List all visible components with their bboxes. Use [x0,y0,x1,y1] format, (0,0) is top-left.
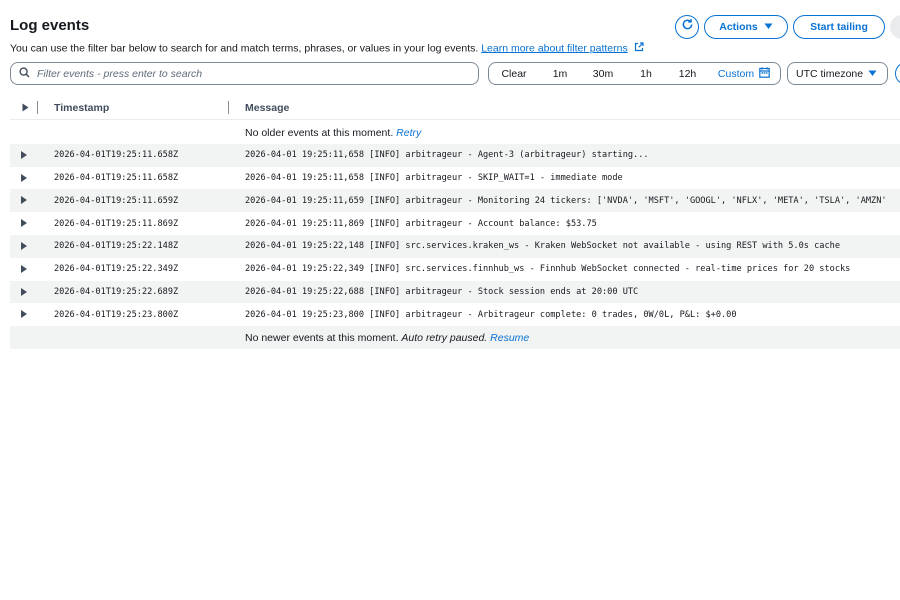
expand-all-caret-icon[interactable] [22,103,29,115]
older-events-row: No older events at this moment. Retry [10,121,900,144]
table-header: Timestamp Message [10,96,900,120]
newer-events-text: No newer events at this moment. [245,331,399,344]
log-event-row[interactable]: 2026-04-01T19:25:23.800Z 2026-04-01 19:2… [10,303,900,326]
refresh-icon [681,18,694,36]
column-header-message[interactable]: Message [245,102,289,114]
overflow-button[interactable] [890,15,900,39]
expand-caret-icon[interactable] [21,196,27,207]
settings-button[interactable] [895,62,900,85]
expand-caret-icon[interactable] [21,264,27,276]
event-timestamp: 2026-04-01T19:25:22.689Z [54,287,179,298]
column-header-timestamp[interactable]: Timestamp [54,102,109,114]
resume-link[interactable]: Resume [490,332,529,344]
expand-caret-icon[interactable] [21,310,27,321]
event-timestamp: 2026-04-01T19:25:22.349Z [54,264,179,275]
time-range-custom[interactable]: Custom [708,63,780,84]
timezone-label: UTC timezone [796,67,864,80]
expand-caret-icon[interactable] [21,219,27,230]
log-event-row[interactable]: 2026-04-01T19:25:11.659Z 2026-04-01 19:2… [10,189,900,213]
log-event-row[interactable]: 2026-04-01T19:25:22.148Z 2026-04-01 19:2… [10,234,900,258]
event-timestamp: 2026-04-01T19:25:11.869Z [54,218,179,229]
search-box[interactable] [10,62,479,85]
newer-events-row: No newer events at this moment. Auto ret… [10,326,900,349]
learn-more-link[interactable]: Learn more about filter patterns [481,42,628,54]
event-message: 2026-04-01 19:25:22,688 [INFO] arbitrage… [245,287,639,298]
actions-label: Actions [719,21,758,33]
subtitle-text: You can use the filter bar below to sear… [10,42,479,55]
search-input[interactable] [37,67,467,80]
older-events-text: No older events at this moment. [245,126,394,139]
search-icon [19,65,30,83]
actions-button[interactable]: Actions [704,15,788,39]
timezone-select[interactable]: UTC timezone [787,62,888,85]
retry-link[interactable]: Retry [396,127,421,139]
event-timestamp: 2026-04-01T19:25:11.659Z [54,195,179,206]
event-message: 2026-04-01 19:25:22,349 [INFO] src.servi… [245,264,851,275]
external-link-icon [634,42,644,55]
event-timestamp: 2026-04-01T19:25:23.800Z [54,309,179,320]
log-event-list: No older events at this moment. Retry 20… [10,121,900,349]
time-range-clear[interactable]: Clear [489,63,539,84]
caret-down-icon [764,21,773,33]
event-message: 2026-04-01 19:25:11,659 [INFO] arbitrage… [245,195,887,206]
log-event-row[interactable]: 2026-04-01T19:25:22.349Z 2026-04-01 19:2… [10,258,900,281]
page-subtitle: You can use the filter bar below to sear… [10,42,644,55]
event-message: 2026-04-01 19:25:23,800 [INFO] arbitrage… [245,309,737,320]
expand-caret-icon[interactable] [21,173,27,185]
time-range-1h[interactable]: 1h [625,63,667,84]
expand-caret-icon[interactable] [21,241,27,253]
column-divider[interactable] [37,101,38,114]
start-tailing-button[interactable]: Start tailing [793,15,885,39]
event-message: 2026-04-01 19:25:11,869 [INFO] arbitrage… [245,218,597,229]
time-range-30m[interactable]: 30m [581,63,625,84]
event-timestamp: 2026-04-01T19:25:11.658Z [54,173,179,184]
event-timestamp: 2026-04-01T19:25:11.658Z [54,150,179,161]
time-range-1m[interactable]: 1m [539,63,581,84]
time-range-12h[interactable]: 12h [667,63,708,84]
event-message: 2026-04-01 19:25:11,658 [INFO] arbitrage… [245,150,649,161]
auto-retry-status: Auto retry paused. [401,331,488,344]
column-divider[interactable] [228,101,229,114]
expand-caret-icon[interactable] [21,287,27,299]
older-events-message: No older events at this moment. Retry [245,127,421,139]
log-event-row[interactable]: 2026-04-01T19:25:11.658Z 2026-04-01 19:2… [10,167,900,190]
log-event-row[interactable]: 2026-04-01T19:25:22.689Z 2026-04-01 19:2… [10,280,900,304]
start-tailing-label: Start tailing [810,21,868,33]
event-message: 2026-04-01 19:25:22,148 [INFO] src.servi… [245,241,840,252]
calendar-icon [759,66,770,81]
caret-down-icon [868,68,877,80]
event-timestamp: 2026-04-01T19:25:22.148Z [54,241,179,252]
newer-events-message: No newer events at this moment. Auto ret… [245,332,529,344]
refresh-button[interactable] [675,15,699,39]
event-message: 2026-04-01 19:25:11,658 [INFO] arbitrage… [245,173,623,184]
custom-label: Custom [717,67,755,80]
expand-caret-icon[interactable] [21,150,27,162]
time-range-selector: Clear 1m 30m 1h 12h Custom [488,62,781,85]
log-event-row[interactable]: 2026-04-01T19:25:11.658Z 2026-04-01 19:2… [10,143,900,167]
page-title: Log events [10,17,90,34]
log-event-row[interactable]: 2026-04-01T19:25:11.869Z 2026-04-01 19:2… [10,212,900,235]
